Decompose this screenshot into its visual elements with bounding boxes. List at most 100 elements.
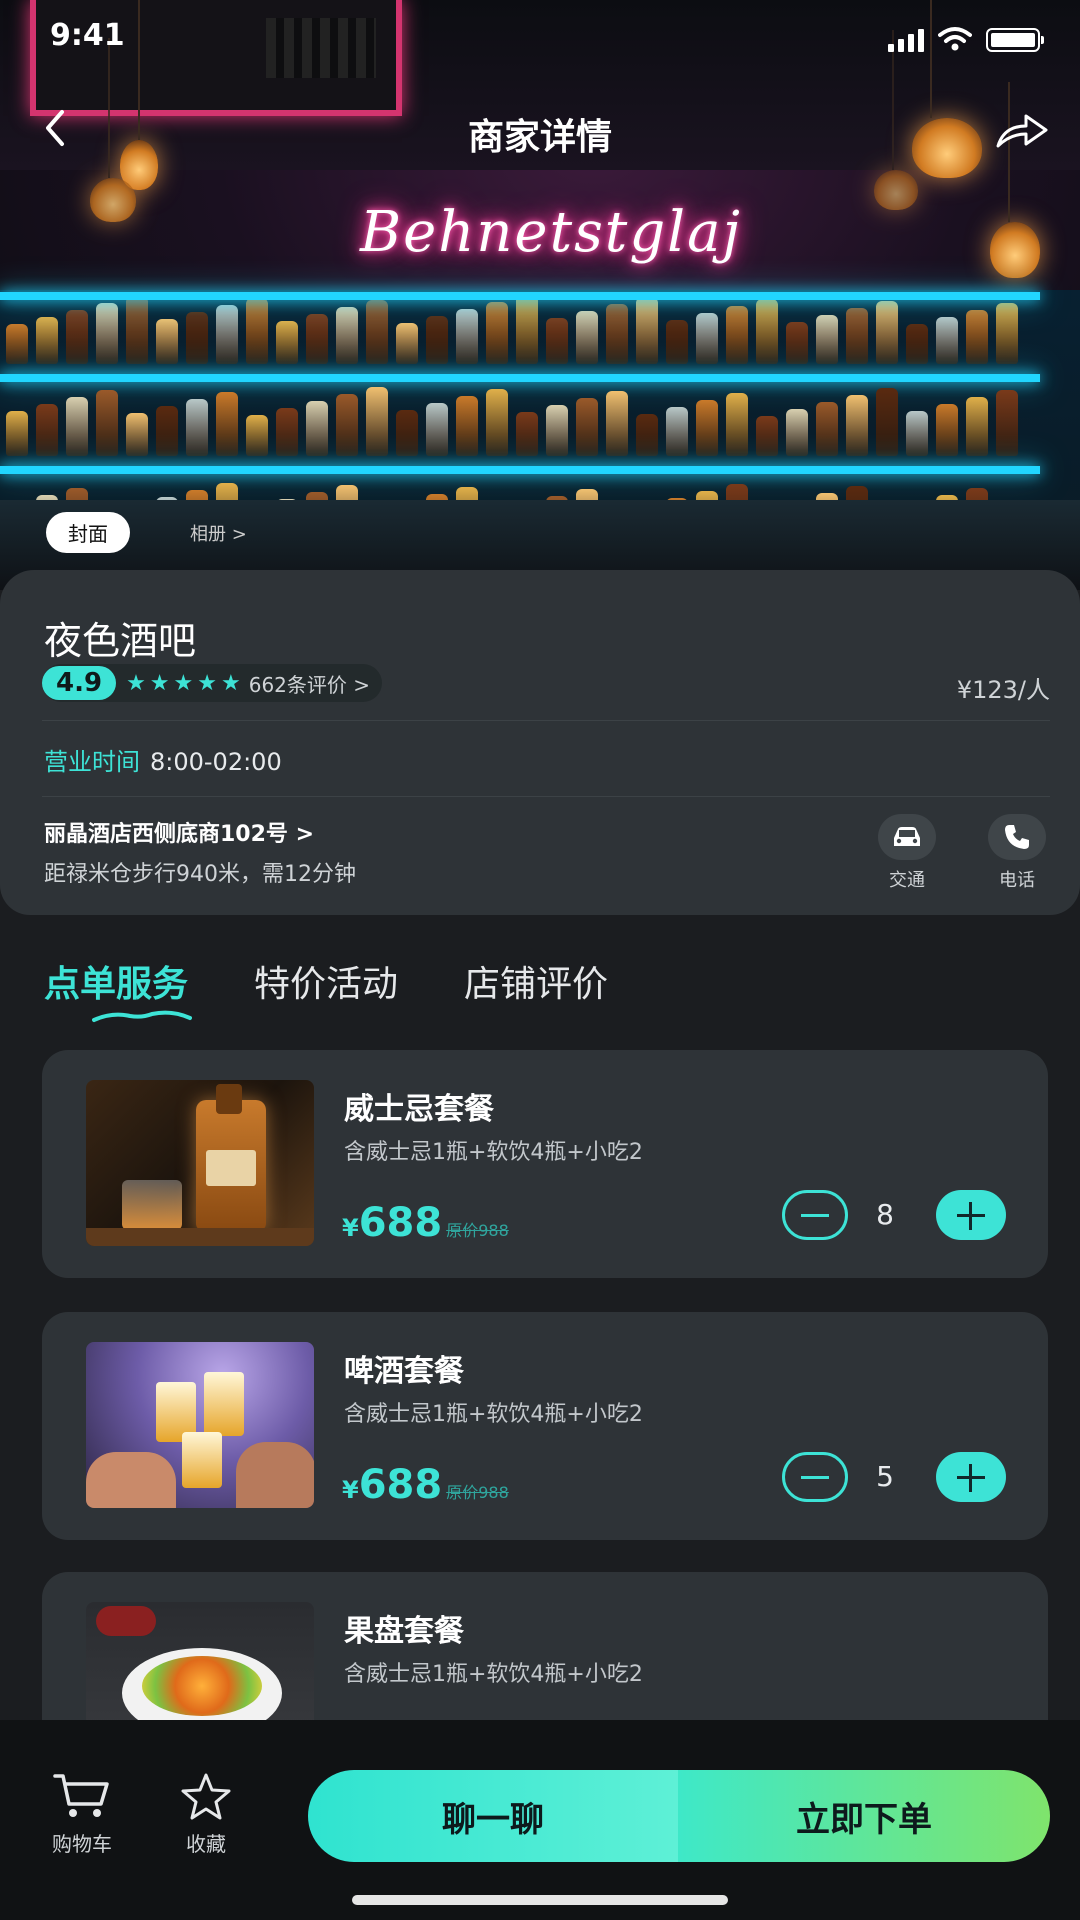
decrease-quantity-button[interactable] [782, 1452, 848, 1502]
cart-button[interactable]: 购物车 [42, 1772, 122, 1857]
increase-quantity-button[interactable] [936, 1452, 1006, 1502]
bottle [936, 317, 958, 364]
bottle [246, 298, 268, 364]
bottle [456, 309, 478, 364]
shop-info-card: 夜色酒吧 4.9 ★ ★ ★ ★ ★ 662条评价 > ¥123/人 营业时间 8:00-… [0, 570, 1080, 915]
bottle [486, 302, 508, 364]
package-card[interactable]: 威士忌套餐 含威士忌1瓶+软饮4瓶+小吃2 ¥688 原价988 8 [42, 1050, 1048, 1278]
bottle [756, 416, 778, 456]
bottle [546, 318, 568, 364]
shelf-light [0, 292, 1040, 300]
bottle [966, 397, 988, 456]
bottle [786, 322, 808, 364]
bottle [66, 397, 88, 456]
cover-image[interactable]: Behnetstglaj [0, 0, 1080, 590]
star-icon: ★ [126, 670, 146, 696]
chat-button[interactable]: 聊一聊 [308, 1770, 678, 1862]
bottle [816, 402, 838, 456]
review-count-link[interactable]: 662条评价 > [249, 669, 370, 698]
star-icon: ★ [149, 670, 170, 696]
tab-order-service[interactable]: 点单服务 [44, 955, 188, 1007]
minus-icon [801, 1213, 829, 1217]
bottle [306, 401, 328, 456]
hours-value: 8:00-02:00 [150, 748, 282, 776]
bottle [246, 415, 268, 456]
phone-button[interactable]: 电话 [982, 814, 1052, 892]
walking-distance: 距禄米仓步行940米，需12分钟 [44, 862, 356, 887]
bottle [606, 304, 628, 364]
package-card[interactable]: 啤酒套餐 含威士忌1瓶+软饮4瓶+小吃2 ¥688 原价988 5 [42, 1312, 1048, 1540]
wifi-icon [938, 27, 972, 51]
bottle [816, 315, 838, 364]
bottle [6, 324, 28, 364]
bottle [366, 387, 388, 456]
bottle [726, 393, 748, 456]
neon-sign: Behnetstglaj [360, 200, 742, 265]
order-now-button[interactable]: 立即下单 [678, 1770, 1050, 1862]
share-icon[interactable] [994, 108, 1050, 152]
star-icon: ★ [221, 670, 241, 696]
bottle [396, 323, 418, 364]
star-rating: ★ ★ ★ ★ ★ [126, 671, 241, 696]
bottle [96, 390, 118, 456]
bottle [456, 396, 478, 456]
bottle [786, 409, 808, 456]
status-bar: 9:41 [0, 0, 1080, 80]
bottle [996, 303, 1018, 364]
quantity-value: 5 [876, 1460, 894, 1493]
package-price: ¥688 原价988 [342, 1200, 509, 1246]
bottle [726, 306, 748, 364]
minus-icon [801, 1475, 829, 1479]
bottle [156, 406, 178, 456]
rating-row[interactable]: 4.9 ★ ★ ★ ★ ★ 662条评价 > [42, 664, 383, 702]
transport-label: 交通 [889, 870, 925, 891]
bottle [426, 316, 448, 364]
plus-icon [957, 1463, 985, 1492]
quantity-value: 8 [876, 1198, 894, 1231]
pendant-bulb [90, 38, 136, 222]
package-title: 果盘套餐 [344, 1614, 464, 1649]
bottle [636, 297, 658, 364]
bottle [696, 313, 718, 364]
whisky-image [86, 1080, 314, 1246]
package-title: 威士忌套餐 [344, 1092, 494, 1127]
bottle [696, 400, 718, 456]
bottle [126, 296, 148, 364]
increase-quantity-button[interactable] [936, 1190, 1006, 1240]
bottle [546, 405, 568, 456]
bottle [306, 314, 328, 364]
bottle [216, 392, 238, 456]
decrease-quantity-button[interactable] [782, 1190, 848, 1240]
section-tabs: 点单服务 特价活动 店铺评价 [44, 955, 608, 1007]
status-time: 9:41 [50, 18, 125, 53]
bottle [426, 403, 448, 456]
phone-label: 电话 [999, 870, 1035, 891]
bottle [276, 408, 298, 456]
bottle [666, 407, 688, 456]
bottle [576, 398, 598, 456]
album-tab[interactable]: 相册 > [190, 520, 247, 546]
pendant-bulb [874, 30, 918, 210]
divider [42, 720, 1050, 721]
bottle [846, 308, 868, 364]
bottle [756, 299, 778, 364]
bottle [186, 312, 208, 364]
package-description: 含威士忌1瓶+软饮4瓶+小吃2 [344, 1402, 643, 1427]
transport-button[interactable]: 交通 [872, 814, 942, 892]
rating-score: 4.9 [42, 666, 117, 700]
bottle [216, 305, 238, 364]
tab-shop-reviews[interactable]: 店铺评价 [464, 955, 608, 1007]
hours-label: 营业时间 [44, 748, 140, 776]
star-outline-icon [181, 1773, 231, 1820]
address-link[interactable]: 丽晶酒店西侧底商102号 > [44, 816, 314, 848]
cover-tab[interactable]: 封面 [46, 512, 130, 553]
bottle [186, 399, 208, 456]
battery-icon [986, 28, 1044, 52]
favorite-button[interactable]: 收藏 [166, 1772, 246, 1857]
car-icon [894, 827, 920, 846]
bottle [96, 303, 118, 364]
business-hours: 营业时间 8:00-02:00 [44, 742, 282, 777]
tab-special-offers[interactable]: 特价活动 [254, 955, 398, 1007]
bottle [276, 321, 298, 364]
bottle [606, 391, 628, 456]
